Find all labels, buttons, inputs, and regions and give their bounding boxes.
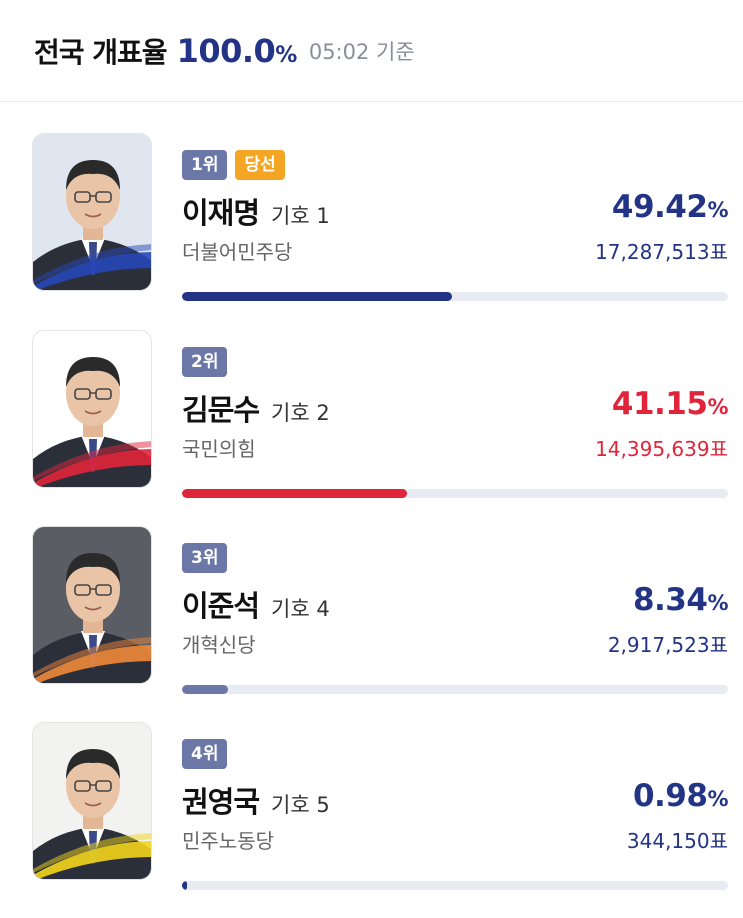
vote-percent-unit: % bbox=[707, 198, 728, 222]
rank-badge: 3위 bbox=[182, 543, 228, 573]
vote-percent-unit: % bbox=[707, 395, 728, 419]
vote-percent-unit: % bbox=[707, 591, 728, 615]
candidate-row[interactable]: 3위 이준석 기호 4 8.34% 개혁신당 2,917,523표 bbox=[0, 526, 743, 722]
candidate-photo bbox=[32, 526, 152, 684]
vote-percent-value: 41.15 bbox=[611, 386, 708, 422]
vote-share-fill bbox=[182, 881, 188, 890]
vote-percent-value: 49.42 bbox=[611, 189, 708, 225]
vote-count: 17,287,513표 bbox=[595, 240, 728, 264]
badge-group: 1위 당선 bbox=[182, 150, 728, 180]
party-name: 민주노동당 bbox=[182, 829, 274, 853]
vote-count: 2,917,523표 bbox=[607, 633, 728, 657]
vote-share-fill bbox=[182, 685, 228, 694]
vote-share-bar bbox=[182, 489, 728, 498]
vote-share-fill bbox=[182, 292, 452, 301]
candidate-portrait bbox=[33, 527, 151, 683]
candidate-row[interactable]: 1위 당선 이재명 기호 1 49.42% 더불어민주당 17,287,513표 bbox=[0, 133, 743, 329]
vote-percent-unit: % bbox=[707, 787, 728, 811]
party-row: 민주노동당 344,150표 bbox=[182, 825, 728, 853]
vote-count: 14,395,639표 bbox=[595, 437, 728, 461]
header-title: 전국 개표율 bbox=[34, 35, 168, 69]
party-row: 국민의힘 14,395,639표 bbox=[182, 433, 728, 461]
badge-group: 2위 bbox=[182, 347, 728, 377]
candidate-info: 2위 김문수 기호 2 41.15% 국민의힘 14,395,639표 bbox=[182, 347, 728, 461]
vote-percent-value: 8.34 bbox=[632, 582, 708, 618]
counting-rate-value: 100.0 bbox=[176, 31, 276, 70]
ballot-number: 기호 5 bbox=[271, 793, 330, 817]
vote-share-bar bbox=[182, 685, 728, 694]
vote-share-bar bbox=[182, 292, 728, 301]
update-time: 05:02 기준 bbox=[308, 39, 415, 64]
candidate-info: 1위 당선 이재명 기호 1 49.42% 더불어민주당 17,287,513표 bbox=[182, 150, 728, 264]
candidate-photo bbox=[32, 722, 152, 880]
counting-rate-unit: % bbox=[275, 42, 297, 68]
ballot-number: 기호 1 bbox=[271, 204, 330, 228]
candidate-name: 이재명 bbox=[182, 196, 260, 230]
party-row: 개혁신당 2,917,523표 bbox=[182, 629, 728, 657]
elected-badge: 당선 bbox=[235, 150, 285, 180]
candidate-info: 4위 권영국 기호 5 0.98% 민주노동당 344,150표 bbox=[182, 739, 728, 853]
party-name: 더불어민주당 bbox=[182, 240, 293, 264]
vote-percent: 41.15% bbox=[611, 386, 729, 422]
candidate-photo bbox=[32, 330, 152, 488]
ballot-number: 기호 4 bbox=[271, 597, 330, 621]
header: 전국 개표율 100.0% 05:02 기준 bbox=[0, 0, 743, 102]
vote-percent: 8.34% bbox=[632, 582, 729, 618]
party-row: 더불어민주당 17,287,513표 bbox=[182, 236, 728, 264]
candidate-row[interactable]: 2위 김문수 기호 2 41.15% 국민의힘 14,395,639표 bbox=[0, 330, 743, 526]
candidate-portrait bbox=[33, 723, 151, 879]
vote-count: 344,150표 bbox=[626, 829, 728, 853]
candidate-portrait bbox=[33, 331, 151, 487]
vote-percent: 0.98% bbox=[632, 778, 729, 814]
vote-percent: 49.42% bbox=[611, 189, 729, 225]
candidate-info: 3위 이준석 기호 4 8.34% 개혁신당 2,917,523표 bbox=[182, 543, 728, 657]
candidate-portrait bbox=[33, 134, 151, 290]
vote-share-bar bbox=[182, 881, 728, 890]
vote-share-fill bbox=[182, 489, 407, 498]
rank-badge: 4위 bbox=[182, 739, 228, 769]
candidate-photo bbox=[32, 133, 152, 291]
vote-percent-value: 0.98 bbox=[632, 778, 708, 814]
candidate-name: 김문수 bbox=[182, 393, 260, 427]
party-name: 개혁신당 bbox=[182, 633, 256, 657]
candidate-name: 권영국 bbox=[182, 785, 260, 819]
counting-rate: 100.0% bbox=[176, 31, 298, 70]
badge-group: 3위 bbox=[182, 543, 728, 573]
candidate-name: 이준석 bbox=[182, 589, 260, 623]
rank-badge: 2위 bbox=[182, 347, 228, 377]
candidate-row[interactable]: 4위 권영국 기호 5 0.98% 민주노동당 344,150표 bbox=[0, 722, 743, 918]
ballot-number: 기호 2 bbox=[271, 401, 330, 425]
party-name: 국민의힘 bbox=[182, 437, 256, 461]
badge-group: 4위 bbox=[182, 739, 728, 769]
rank-badge: 1위 bbox=[182, 150, 228, 180]
